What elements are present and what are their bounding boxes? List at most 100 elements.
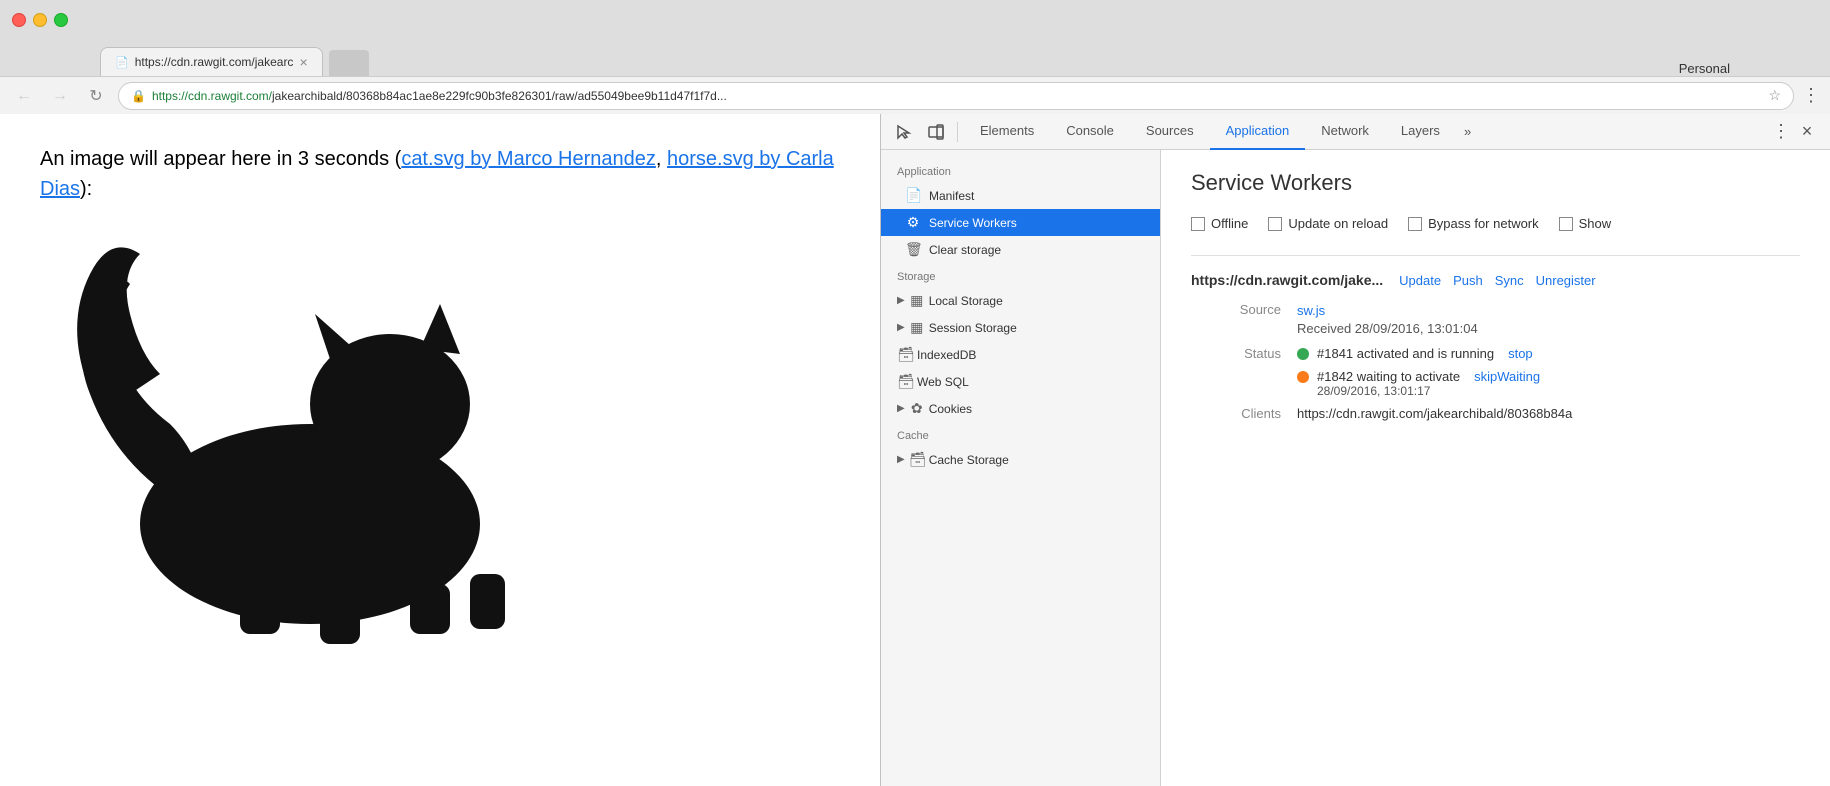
- service-worker-entry: https://cdn.rawgit.com/jake... Update Pu…: [1191, 255, 1800, 445]
- sidebar-item-cache-storage-label: Cache Storage: [929, 453, 1009, 467]
- tab-application[interactable]: Application: [1210, 114, 1306, 150]
- offline-label: Offline: [1211, 216, 1248, 231]
- update-on-reload-checkbox[interactable]: [1268, 217, 1282, 231]
- refresh-button[interactable]: ↻: [82, 82, 110, 110]
- sw-status-text-0: #1841 activated and is running: [1317, 346, 1494, 361]
- sw-url-row: https://cdn.rawgit.com/jake... Update Pu…: [1191, 272, 1800, 288]
- text-before: An image will appear here in 3 seconds (: [40, 148, 401, 170]
- bypass-network-option[interactable]: Bypass for network: [1408, 216, 1539, 231]
- tab-title: https://cdn.rawgit.com/jakearc: [135, 55, 294, 69]
- sidebar-item-clear-storage[interactable]: 🗑 Clear storage: [881, 236, 1160, 263]
- sw-status-entry-1-container: #1842 waiting to activate skipWaiting 28…: [1297, 369, 1540, 398]
- sidebar-item-cache-storage[interactable]: ▶ 🗃 Cache Storage: [881, 446, 1160, 473]
- tab-layers[interactable]: Layers: [1385, 114, 1456, 150]
- service-workers-options: Offline Update on reload Bypass for netw…: [1191, 216, 1800, 231]
- tabs-more-button[interactable]: »: [1456, 124, 1479, 139]
- text-after: ):: [80, 178, 92, 200]
- sidebar-item-session-storage-label: Session Storage: [929, 321, 1017, 335]
- show-checkbox[interactable]: [1559, 217, 1573, 231]
- service-workers-title: Service Workers: [1191, 170, 1800, 196]
- status-label: Status: [1201, 346, 1281, 361]
- indexeddb-icon: 🗃: [897, 346, 913, 363]
- title-bar: [0, 0, 1830, 40]
- bypass-network-label: Bypass for network: [1428, 216, 1539, 231]
- offline-checkbox[interactable]: [1191, 217, 1205, 231]
- devtools-toolbar: Elements Console Sources Application Net…: [881, 114, 1830, 150]
- update-on-reload-label: Update on reload: [1288, 216, 1388, 231]
- devtools-more-button[interactable]: ⋮: [1772, 121, 1790, 142]
- device-toolbar-button[interactable]: [921, 117, 951, 147]
- new-tab-button[interactable]: [329, 50, 369, 76]
- sw-skip-waiting-link[interactable]: skipWaiting: [1474, 369, 1540, 384]
- sw-source-file-link[interactable]: sw.js: [1297, 303, 1325, 318]
- manifest-icon: 📄: [905, 187, 921, 204]
- sidebar-item-local-storage[interactable]: ▶ ▦ Local Storage: [881, 287, 1160, 314]
- service-workers-icon: ⚙: [905, 214, 921, 231]
- show-option[interactable]: Show: [1559, 216, 1612, 231]
- sidebar-item-cookies-label: Cookies: [929, 402, 972, 416]
- source-value: sw.js Received 28/09/2016, 13:01:04: [1297, 302, 1478, 338]
- active-tab[interactable]: 📄 https://cdn.rawgit.com/jakearc ×: [100, 47, 323, 76]
- tab-close-button[interactable]: ×: [299, 54, 307, 70]
- tab-network[interactable]: Network: [1305, 114, 1385, 150]
- devtools-panel: Elements Console Sources Application Net…: [880, 114, 1830, 786]
- devtools-close-button[interactable]: ×: [1792, 117, 1822, 147]
- tab-console[interactable]: Console: [1050, 114, 1130, 150]
- offline-option[interactable]: Offline: [1191, 216, 1248, 231]
- sidebar-item-session-storage[interactable]: ▶ ▦ Session Storage: [881, 314, 1160, 341]
- sidebar-section-storage: Storage: [881, 263, 1160, 287]
- minimize-button[interactable]: [33, 13, 47, 27]
- devtools-main-panel: Service Workers Offline Update on reload…: [1161, 150, 1830, 786]
- sidebar-item-local-storage-label: Local Storage: [929, 294, 1003, 308]
- address-url-green: https://cdn.rawgit.com/: [152, 89, 272, 103]
- sw-update-button[interactable]: Update: [1399, 273, 1441, 288]
- sidebar-item-web-sql-label: Web SQL: [917, 375, 969, 389]
- sidebar-item-service-workers[interactable]: ⚙ Service Workers: [881, 209, 1160, 236]
- address-text: https://cdn.rawgit.com/jakearchibald/803…: [152, 89, 1762, 103]
- traffic-lights: [12, 13, 68, 27]
- sidebar-item-cookies[interactable]: ▶ ✿ Cookies: [881, 395, 1160, 422]
- sw-push-button[interactable]: Push: [1453, 273, 1483, 288]
- sidebar-item-web-sql[interactable]: 🗃 Web SQL: [881, 368, 1160, 395]
- address-bar[interactable]: 🔒 https://cdn.rawgit.com/jakearchibald/8…: [118, 82, 1794, 110]
- clients-value: https://cdn.rawgit.com/jakearchibald/803…: [1297, 406, 1572, 421]
- web-content: An image will appear here in 3 seconds (…: [0, 114, 880, 786]
- bookmark-icon[interactable]: ☆: [1768, 87, 1781, 104]
- toolbar-separator: [957, 122, 958, 142]
- sw-status-entries: #1841 activated and is running stop #184…: [1297, 346, 1540, 398]
- clear-storage-icon: 🗑: [905, 241, 921, 258]
- sw-unregister-button[interactable]: Unregister: [1536, 273, 1596, 288]
- cookies-arrow-icon: ▶: [897, 403, 905, 414]
- secure-icon: 🔒: [131, 89, 146, 103]
- address-url-rest: jakearchibald/80368b84ac1ae8e229fc90b3fe…: [272, 89, 727, 103]
- sidebar-section-cache: Cache: [881, 422, 1160, 446]
- local-storage-icon: ▦: [909, 292, 925, 309]
- page-text: An image will appear here in 3 seconds (…: [40, 144, 840, 204]
- devtools-body: Application 📄 Manifest ⚙ Service Workers…: [881, 150, 1830, 786]
- browser-menu-button[interactable]: ⋮: [1802, 85, 1820, 106]
- update-on-reload-option[interactable]: Update on reload: [1268, 216, 1388, 231]
- sw-stop-link[interactable]: stop: [1508, 346, 1533, 361]
- page-area: An image will appear here in 3 seconds (…: [0, 114, 1830, 786]
- tab-sources[interactable]: Sources: [1130, 114, 1210, 150]
- text-comma: ,: [656, 148, 667, 170]
- sw-sync-button[interactable]: Sync: [1495, 273, 1524, 288]
- back-button[interactable]: ←: [10, 82, 38, 110]
- cat-svg-link[interactable]: cat.svg by Marco Hernandez: [401, 148, 656, 170]
- devtools-tabs: Elements Console Sources Application Net…: [964, 114, 1770, 150]
- sidebar-item-indexeddb[interactable]: 🗃 IndexedDB: [881, 341, 1160, 368]
- sidebar-item-manifest[interactable]: 📄 Manifest: [881, 182, 1160, 209]
- sidebar-item-clear-storage-label: Clear storage: [929, 243, 1001, 257]
- bypass-network-checkbox[interactable]: [1408, 217, 1422, 231]
- sidebar-item-manifest-label: Manifest: [929, 189, 974, 203]
- forward-button[interactable]: →: [46, 82, 74, 110]
- sw-status-entry-0: #1841 activated and is running stop: [1297, 346, 1540, 361]
- tab-elements[interactable]: Elements: [964, 114, 1050, 150]
- close-button[interactable]: [12, 13, 26, 27]
- sw-status-row: Status #1841 activated and is running st…: [1191, 346, 1800, 398]
- maximize-button[interactable]: [54, 13, 68, 27]
- element-picker-button[interactable]: [889, 117, 919, 147]
- session-storage-arrow-icon: ▶: [897, 322, 905, 333]
- sw-status-subtext: 28/09/2016, 13:01:17: [1317, 384, 1540, 398]
- cache-storage-icon: 🗃: [909, 451, 925, 468]
